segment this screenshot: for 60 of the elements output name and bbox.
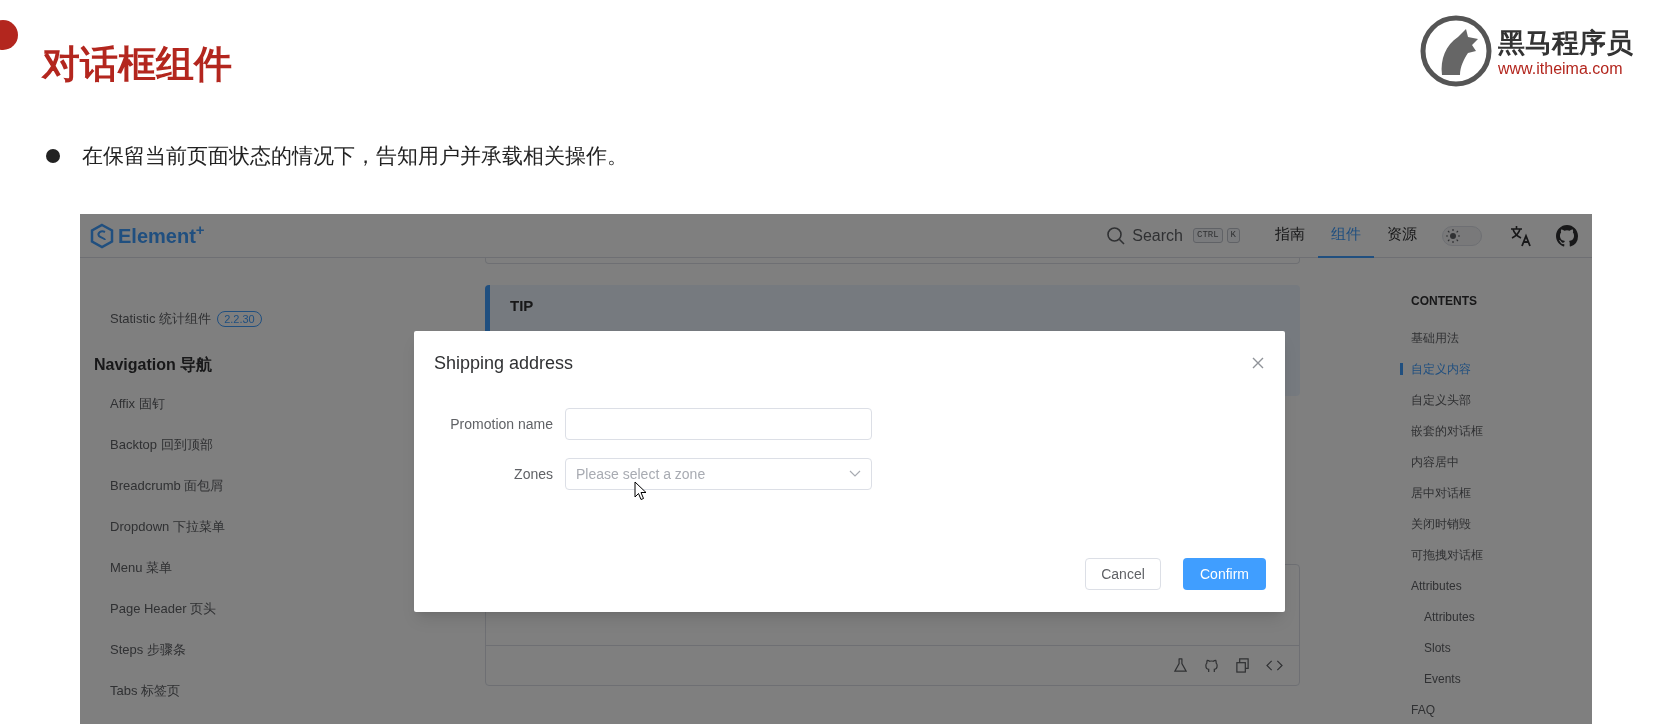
slide-title: 对话框组件	[42, 42, 233, 87]
key-cap: CTRL	[1193, 228, 1223, 243]
confirm-button[interactable]: Confirm	[1183, 558, 1266, 590]
brand-name[interactable]: Element$^{+}$	[118, 225, 205, 246]
horse-head-logo-icon	[1420, 15, 1492, 87]
contents-link[interactable]: 关闭时销毁	[1411, 514, 1471, 533]
close-icon[interactable]	[1251, 356, 1265, 370]
sidebar-item[interactable]: Dropdown 下拉菜单	[110, 516, 225, 537]
contents-link[interactable]: 可拖拽对话框	[1411, 545, 1483, 564]
search-label: Search	[1132, 225, 1183, 246]
contents-link[interactable]: 基础用法	[1411, 328, 1459, 347]
sidebar-item[interactable]: Backtop 回到顶部	[110, 434, 213, 455]
sidebar-item[interactable]: Menu 菜单	[110, 557, 173, 578]
github-icon[interactable]	[1204, 658, 1219, 673]
nav-link[interactable]: 指南	[1262, 214, 1318, 258]
contents-link[interactable]: FAQ	[1411, 700, 1435, 719]
contents-link[interactable]: 自定义头部	[1411, 390, 1471, 409]
hexagon-logo-icon	[90, 222, 114, 249]
contents-link[interactable]: 居中对话框	[1411, 483, 1471, 502]
logo-url: www.itheima.com	[1498, 59, 1624, 79]
bullet-text: 在保留当前页面状态的情况下，告知用户并承载相关操作。	[82, 143, 628, 169]
logo-name: 黑马程序员	[1498, 27, 1633, 59]
field-label: Promotion name	[449, 414, 554, 434]
dialog-title: Shipping address	[434, 352, 574, 375]
bullet-icon	[46, 148, 60, 163]
contents-link[interactable]: Slots	[1424, 638, 1451, 657]
select-field[interactable]: Please select a zone	[565, 458, 872, 490]
theme-toggle[interactable]	[1442, 225, 1482, 246]
sidebar-item[interactable]: Page Header 页头	[110, 598, 217, 619]
github-icon[interactable]	[1556, 224, 1578, 247]
sidebar-item[interactable]: Statistic 统计组件	[110, 308, 212, 329]
contents-link[interactable]: Attributes	[1411, 576, 1462, 595]
key-cap: K	[1226, 228, 1240, 243]
contents-title: CONTENTS	[1411, 293, 1478, 310]
nav-link[interactable]: 资源	[1374, 214, 1430, 258]
search-button[interactable]: Search CTRL K	[1106, 223, 1240, 248]
nav-link[interactable]: 组件	[1318, 214, 1374, 258]
sun-icon	[1446, 228, 1460, 243]
sidebar-item[interactable]: Affix 固钉	[110, 393, 165, 414]
contents-link[interactable]: Events	[1424, 669, 1461, 688]
text-input[interactable]	[565, 408, 872, 440]
contents-link[interactable]: 自定义内容	[1411, 359, 1471, 378]
field-label: Zones	[513, 464, 554, 484]
contents-link[interactable]: 嵌套的对话框	[1411, 421, 1483, 440]
sidebar-item[interactable]: Breadcrumb 面包屑	[110, 475, 224, 496]
contents-link[interactable]: Attributes	[1424, 607, 1475, 626]
active-marker	[1400, 363, 1403, 375]
mouse-cursor-icon	[634, 481, 647, 501]
sidebar-item[interactable]: Tabs 标签页	[110, 680, 181, 701]
chevron-down-icon	[849, 470, 861, 478]
contents-link[interactable]: 内容居中	[1411, 452, 1459, 471]
search-icon	[1106, 225, 1127, 246]
cancel-button[interactable]: Cancel	[1085, 558, 1161, 590]
code-icon[interactable]	[1266, 658, 1283, 673]
flask-icon[interactable]	[1173, 658, 1188, 673]
sidebar-heading: Navigation 导航	[94, 355, 213, 375]
translate-icon[interactable]	[1510, 224, 1532, 247]
sidebar-item[interactable]: Steps 步骤条	[110, 639, 186, 660]
copy-icon[interactable]	[1235, 658, 1250, 673]
tip-title: TIP	[510, 296, 535, 316]
